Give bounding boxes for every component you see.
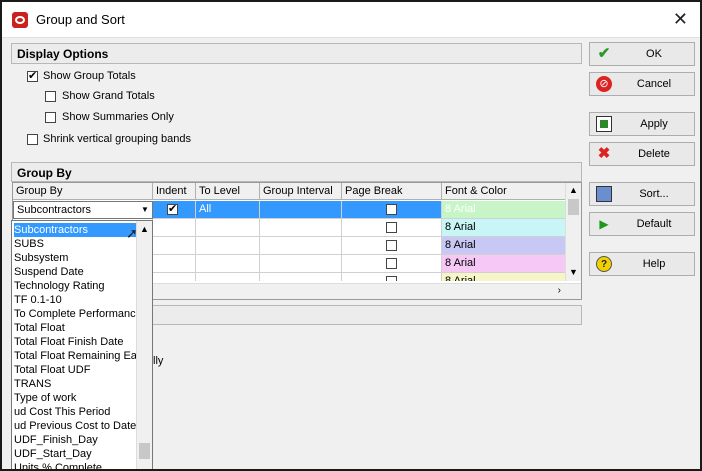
to-level-cell[interactable]	[196, 219, 260, 237]
column-header-font-color[interactable]: Font & Color	[442, 183, 566, 200]
page-break-checkbox[interactable]	[386, 204, 397, 215]
apply-button[interactable]: Apply	[589, 112, 695, 136]
sort-icon	[596, 186, 612, 202]
scroll-thumb[interactable]	[139, 443, 150, 459]
to-level-cell[interactable]	[196, 273, 260, 281]
list-item[interactable]: TF 0.1-10	[14, 293, 138, 307]
group-interval-cell[interactable]	[260, 237, 342, 255]
indent-cell[interactable]	[153, 255, 196, 273]
display-options-header: Display Options	[11, 43, 582, 64]
page-break-cell[interactable]	[342, 255, 442, 273]
title-bar: Group and Sort ✕	[2, 2, 700, 38]
list-item[interactable]: Suspend Date	[14, 265, 138, 279]
font-color-cell[interactable]: 8 Arial	[442, 219, 566, 237]
page-break-checkbox[interactable]	[386, 258, 397, 269]
column-header-group-interval[interactable]: Group Interval	[260, 183, 342, 200]
font-color-cell[interactable]: 8 Arial	[442, 273, 566, 281]
page-break-checkbox[interactable]	[386, 276, 397, 281]
grid-vertical-scrollbar[interactable]: ▲ ▼	[565, 183, 581, 281]
scroll-up-icon[interactable]: ▲	[140, 224, 149, 234]
group-interval-cell[interactable]	[260, 273, 342, 281]
group-by-dropdown-list[interactable]: Subcontractors SUBS Subsystem Suspend Da…	[11, 220, 153, 469]
to-level-cell[interactable]	[196, 237, 260, 255]
list-item[interactable]: Subcontractors	[14, 223, 138, 237]
page-break-cell[interactable]	[342, 237, 442, 255]
font-color-cell[interactable]: 8 Arial	[442, 201, 566, 219]
group-by-combo[interactable]: Subcontractors ▼	[13, 201, 153, 219]
dropdown-scrollbar[interactable]: ▲	[136, 221, 152, 469]
shrink-bands-label: Shrink vertical grouping bands	[43, 133, 191, 145]
show-group-totals-label: Show Group Totals	[43, 70, 136, 82]
list-item[interactable]: Total Float Finish Date	[14, 335, 138, 349]
page-break-checkbox[interactable]	[386, 222, 397, 233]
group-by-combo-value: Subcontractors	[17, 204, 91, 216]
group-interval-cell[interactable]	[260, 255, 342, 273]
show-group-totals-checkbox[interactable]	[27, 69, 38, 82]
show-grand-totals-label: Show Grand Totals	[62, 90, 155, 102]
list-item[interactable]: TRANS	[14, 377, 138, 391]
to-level-cell[interactable]: All	[196, 201, 260, 219]
list-item[interactable]: Technology Rating	[14, 279, 138, 293]
shrink-bands-checkbox[interactable]	[27, 134, 38, 145]
scroll-thumb[interactable]	[568, 199, 579, 215]
show-summaries-only-label: Show Summaries Only	[62, 111, 174, 123]
indent-cell[interactable]	[153, 219, 196, 237]
indent-checkbox[interactable]	[167, 202, 178, 215]
indent-cell[interactable]	[153, 201, 196, 219]
window-title: Group and Sort	[36, 12, 125, 27]
to-level-cell[interactable]	[196, 255, 260, 273]
mouse-cursor-icon: ➚	[126, 225, 138, 241]
list-item[interactable]: Type of work	[14, 391, 138, 405]
close-icon[interactable]: ✕	[673, 8, 688, 30]
page-break-cell[interactable]	[342, 219, 442, 237]
page-break-checkbox[interactable]	[386, 240, 397, 251]
play-arrow-icon: ▶	[599, 217, 609, 231]
list-item[interactable]: ud Previous Cost to Date	[14, 419, 138, 433]
column-header-indent[interactable]: Indent	[153, 183, 196, 200]
app-logo-icon	[12, 12, 28, 28]
cancel-button[interactable]: ⊘ Cancel	[589, 72, 695, 96]
cancel-icon: ⊘	[596, 76, 612, 92]
apply-icon	[596, 116, 612, 132]
list-item[interactable]: Subsystem	[14, 251, 138, 265]
group-interval-cell[interactable]	[260, 201, 342, 219]
list-item[interactable]: UDF_Finish_Day	[14, 433, 138, 447]
list-item[interactable]: Units % Complete	[14, 461, 138, 469]
partial-text: lly	[153, 355, 164, 367]
column-header-group-by[interactable]: Group By	[13, 183, 153, 200]
group-by-header: Group By	[11, 162, 582, 182]
show-grand-totals-checkbox[interactable]	[45, 91, 56, 102]
group-interval-cell[interactable]	[260, 219, 342, 237]
column-header-page-break[interactable]: Page Break	[342, 183, 442, 200]
font-color-cell[interactable]: 8 Arial	[442, 255, 566, 273]
sort-section-header	[152, 305, 582, 325]
font-color-cell[interactable]: 8 Arial	[442, 237, 566, 255]
group-and-sort-dialog: Group and Sort ✕ Display Options Show Gr…	[0, 0, 702, 471]
list-item[interactable]: Total Float UDF	[14, 363, 138, 377]
list-item[interactable]: To Complete Performance	[14, 307, 138, 321]
scroll-down-icon[interactable]: ▼	[569, 267, 578, 277]
default-button[interactable]: ▶ Default	[589, 212, 695, 236]
delete-x-icon: ✖	[597, 145, 611, 162]
indent-cell[interactable]	[153, 273, 196, 281]
column-header-to-level[interactable]: To Level	[196, 183, 260, 200]
scroll-up-icon[interactable]: ▲	[569, 185, 578, 195]
scroll-right-icon[interactable]: ›	[558, 285, 561, 296]
list-item[interactable]: SUBS	[14, 237, 138, 251]
page-break-cell[interactable]	[342, 201, 442, 219]
delete-button[interactable]: ✖ Delete	[589, 142, 695, 166]
show-summaries-only-checkbox[interactable]	[45, 112, 56, 123]
list-item[interactable]: Total Float	[14, 321, 138, 335]
sort-button[interactable]: Sort...	[589, 182, 695, 206]
indent-cell[interactable]	[153, 237, 196, 255]
help-icon: ?	[596, 256, 612, 272]
help-button[interactable]: ? Help	[589, 252, 695, 276]
list-item[interactable]: Total Float Remaining Ear	[14, 349, 138, 363]
list-item[interactable]: ud Cost This Period	[14, 405, 138, 419]
checkmark-icon: ✔	[597, 45, 611, 62]
page-break-cell[interactable]	[342, 273, 442, 281]
ok-button[interactable]: ✔ OK	[589, 42, 695, 66]
list-item[interactable]: UDF_Start_Day	[14, 447, 138, 461]
chevron-down-icon[interactable]: ▼	[138, 202, 152, 218]
